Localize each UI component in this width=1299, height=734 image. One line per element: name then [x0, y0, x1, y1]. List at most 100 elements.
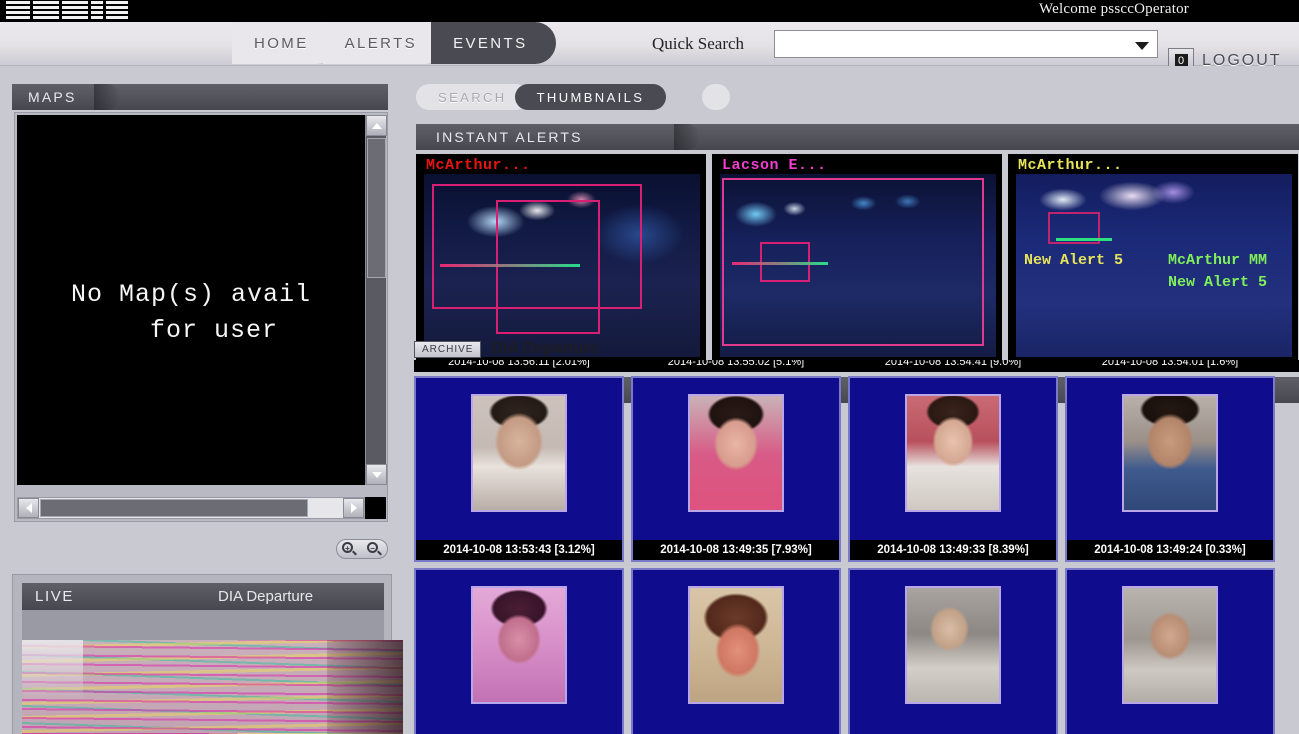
- event-timestamp: 2014-10-08 13:49:24 [0.33%]: [1067, 540, 1273, 560]
- recent-events-row: [414, 568, 1299, 734]
- main-navbar: HOME ALERTS EVENTS Quick Search 0 LOGOUT: [0, 22, 1299, 66]
- alert-label: McArthur...: [1018, 157, 1123, 174]
- archive-camera-name: DIA Departure: [491, 340, 598, 358]
- recent-events-row: 2014-10-08 13:53:43 [3.12%] 2014-10-08 1…: [414, 376, 1299, 562]
- event-timestamp: 2014-10-08 13:49:35 [7.93%]: [633, 540, 839, 560]
- live-video-feed[interactable]: [22, 640, 403, 734]
- alert-overlay-right-line1: McArthur MM: [1168, 252, 1267, 269]
- content-subtabs: SEARCH THUMBNAILS: [416, 84, 652, 110]
- archive-button[interactable]: ARCHIVE: [414, 341, 481, 358]
- events-clipped-row: 2014-10-08 13:56:11 [2.01%] 2014-10-08 1…: [414, 360, 1299, 372]
- nav-tab-events[interactable]: EVENTS: [431, 22, 555, 64]
- tab-search[interactable]: SEARCH: [416, 84, 529, 110]
- live-badge: LIVE: [22, 588, 74, 605]
- track-line: [440, 264, 580, 267]
- logo-stripe: [106, 1, 128, 21]
- ibm-logo: [6, 1, 124, 21]
- clipped-timestamp-cell: 2014-10-08 13:56:11 [2.01%]: [414, 360, 624, 372]
- no-maps-line-2: for user: [17, 313, 365, 349]
- alert-label: McArthur...: [426, 157, 531, 174]
- face-snapshot: [471, 586, 567, 704]
- triangle-up-icon: [372, 123, 382, 129]
- video-artifact-layer: [327, 640, 403, 734]
- logo-stripe: [62, 1, 88, 21]
- event-thumbnail-card[interactable]: [848, 568, 1058, 734]
- event-thumbnail-card[interactable]: 2014-10-08 13:49:35 [7.93%]: [631, 376, 841, 562]
- event-timestamp: 2014-10-08 13:49:33 [8.39%]: [850, 540, 1056, 560]
- face-snapshot: [905, 394, 1001, 512]
- event-thumbnail-card[interactable]: [1065, 568, 1275, 734]
- scroll-up-button[interactable]: [366, 115, 387, 136]
- scroll-down-button[interactable]: [366, 464, 387, 485]
- horizontal-scroll-thumb[interactable]: [40, 499, 308, 517]
- left-column: MAPS No Map(s) avail for user + − LIVE D…: [0, 66, 404, 734]
- subtab-trailing-shape: [702, 84, 730, 110]
- zoom-out-icon[interactable]: −: [367, 542, 382, 557]
- detection-box: [496, 200, 600, 334]
- maps-vertical-scrollbar[interactable]: [365, 115, 386, 485]
- logo-stripe: [33, 1, 59, 21]
- event-timestamp: 2014-10-08 13:53:43 [3.12%]: [416, 540, 622, 560]
- maps-panel-frame: No Map(s) avail for user: [14, 112, 388, 522]
- welcome-message: Welcome pssccOperator: [1039, 1, 1189, 18]
- instant-alert-card[interactable]: McArthur... New Alert 5 McArthur MM New …: [1008, 154, 1298, 361]
- face-snapshot: [1122, 394, 1218, 512]
- scrollbar-corner: [365, 497, 386, 519]
- maps-horizontal-scrollbar[interactable]: [17, 497, 365, 519]
- clipped-timestamp-cell: 2014-10-08 13:54:41 [9.0%]: [848, 360, 1058, 372]
- maps-canvas[interactable]: No Map(s) avail for user: [17, 115, 365, 485]
- chevron-down-icon[interactable]: [1135, 42, 1149, 50]
- face-snapshot: [905, 586, 1001, 704]
- no-maps-message: No Map(s) avail for user: [17, 277, 365, 349]
- triangle-right-icon: [351, 503, 357, 513]
- logo-stripe: [91, 1, 103, 21]
- alert-label: Lacson E...: [722, 157, 827, 174]
- instant-alert-card[interactable]: McArthur...: [416, 154, 706, 361]
- no-maps-line-1: No Map(s) avail: [17, 277, 365, 313]
- quick-search-combobox[interactable]: [774, 30, 1158, 58]
- instant-alert-card[interactable]: Lacson E...: [712, 154, 1002, 361]
- live-panel-header: LIVE DIA Departure: [22, 583, 384, 610]
- nav-tab-home[interactable]: HOME: [232, 22, 337, 64]
- nav-tab-alerts[interactable]: ALERTS: [323, 22, 445, 64]
- quick-search-label: Quick Search: [652, 34, 744, 54]
- live-panel-spacer: [22, 610, 384, 640]
- maps-panel-header: MAPS: [12, 84, 388, 110]
- clipped-timestamp-cell: 2014-10-08 13:54:01 [1.6%]: [1065, 360, 1275, 372]
- main-nav-tabs: HOME ALERTS EVENTS: [232, 22, 542, 64]
- video-artifact-layer: [22, 640, 83, 699]
- event-thumbnail-card[interactable]: [414, 568, 624, 734]
- event-thumbnail-card[interactable]: 2014-10-08 13:49:24 [0.33%]: [1065, 376, 1275, 562]
- clipped-timestamp-cell: 2014-10-08 13:55:02 [5.1%]: [631, 360, 841, 372]
- top-black-bar: Welcome pssccOperator: [0, 0, 1299, 22]
- quick-search-input[interactable]: [779, 34, 1129, 54]
- event-thumbnail-card[interactable]: [631, 568, 841, 734]
- scroll-right-button[interactable]: [343, 498, 364, 518]
- triangle-left-icon: [26, 503, 32, 513]
- live-camera-name: DIA Departure: [218, 588, 313, 605]
- live-video-panel: LIVE DIA Departure: [12, 574, 392, 734]
- track-line: [732, 262, 828, 265]
- tab-thumbnails[interactable]: THUMBNAILS: [515, 84, 667, 110]
- face-snapshot: [471, 394, 567, 512]
- vertical-scroll-thumb[interactable]: [367, 138, 386, 278]
- scroll-left-button[interactable]: [18, 498, 39, 518]
- logo-stripe: [6, 1, 30, 21]
- alert-video[interactable]: [424, 174, 700, 357]
- archive-row: ARCHIVE DIA Departure: [414, 340, 598, 358]
- triangle-down-icon: [372, 472, 382, 478]
- event-thumbnail-card[interactable]: 2014-10-08 13:49:33 [8.39%]: [848, 376, 1058, 562]
- event-thumbnail-card[interactable]: 2014-10-08 13:53:43 [3.12%]: [414, 376, 624, 562]
- face-snapshot: [688, 394, 784, 512]
- track-line: [1056, 238, 1112, 241]
- recent-events-grid: 2014-10-08 13:56:11 [2.01%] 2014-10-08 1…: [414, 360, 1299, 734]
- alert-overlay-left: New Alert 5: [1024, 252, 1123, 269]
- map-zoom-tools[interactable]: + −: [336, 539, 388, 559]
- face-snapshot: [688, 586, 784, 704]
- alert-video[interactable]: New Alert 5 McArthur MM New Alert 5: [1016, 174, 1292, 357]
- zoom-in-icon[interactable]: +: [342, 542, 357, 557]
- alert-overlay-right-line2: New Alert 5: [1168, 274, 1267, 291]
- face-snapshot: [1122, 586, 1218, 704]
- alert-overlay-text: [436, 254, 444, 269]
- alert-video[interactable]: [720, 174, 996, 357]
